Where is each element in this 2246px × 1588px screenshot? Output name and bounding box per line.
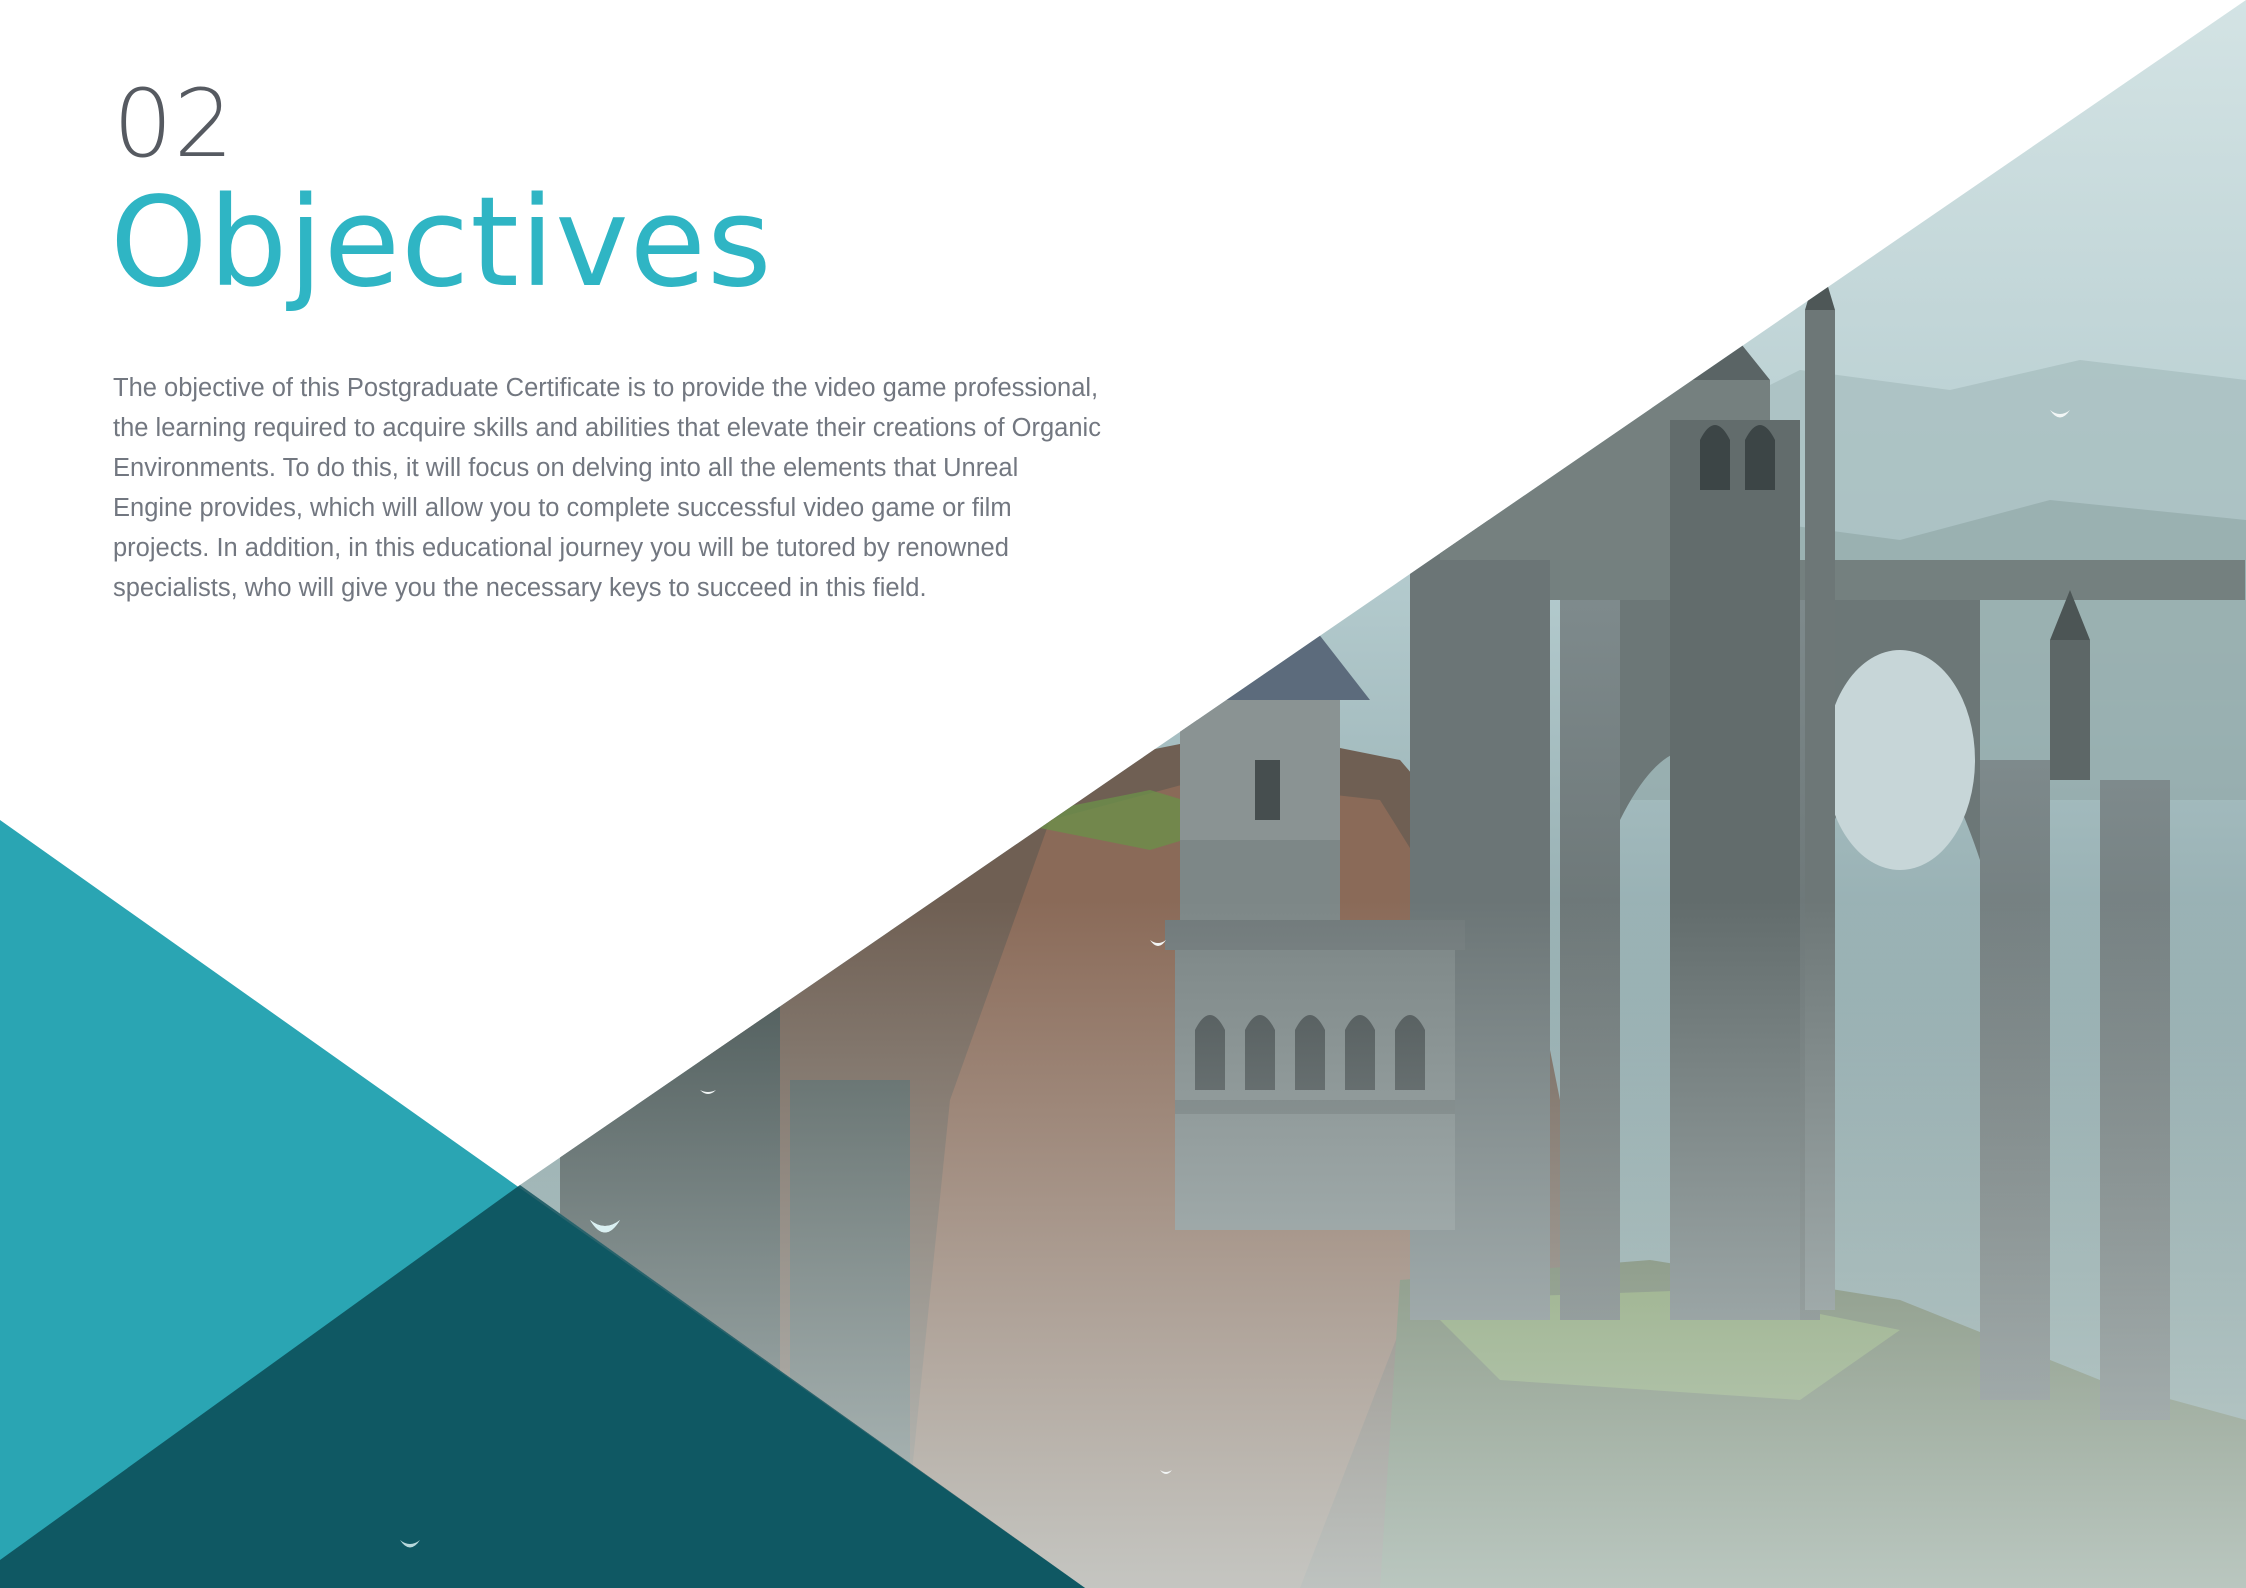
- page: 02 Objectives The objective of this Post…: [0, 0, 2246, 1588]
- objectives-paragraph: The objective of this Postgraduate Certi…: [113, 374, 1101, 602]
- section-number: 02: [113, 70, 235, 179]
- section-title: Objectives: [110, 171, 773, 315]
